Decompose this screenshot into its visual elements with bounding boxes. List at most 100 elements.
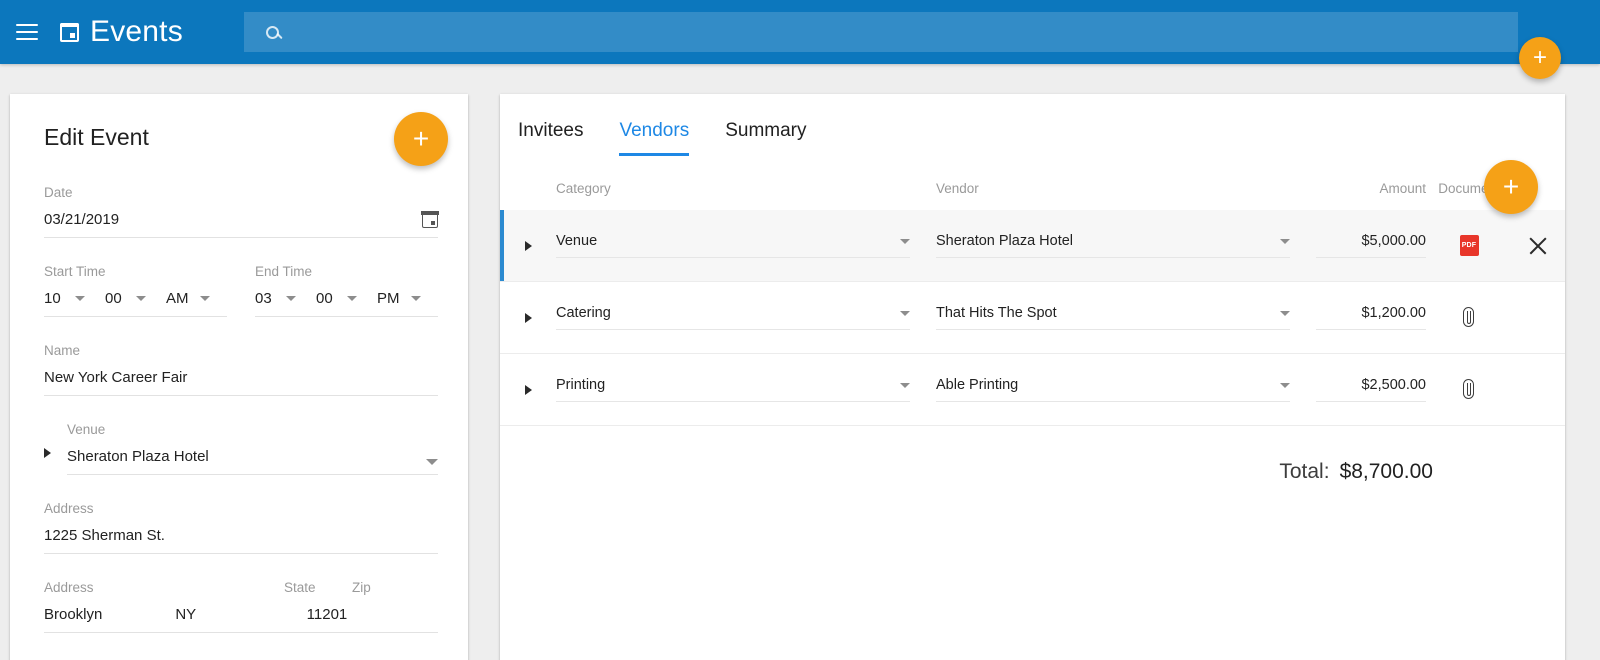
chevron-down-icon <box>900 238 910 244</box>
column-header-category: Category <box>556 181 611 196</box>
table-row[interactable]: Venue Sheraton Plaza Hotel $5,000.00 PDF <box>500 210 1565 282</box>
end-hour-select[interactable]: 03 <box>255 290 296 307</box>
end-time-field: End Time 03 00 PM <box>255 264 438 317</box>
vendors-table-header: Category Vendor Amount Document <box>500 168 1565 210</box>
row-amount-field[interactable]: $1,200.00 <box>1316 305 1426 330</box>
hamburger-menu-icon[interactable] <box>16 24 38 40</box>
start-hour-value: 10 <box>44 290 61 307</box>
start-meridiem-select[interactable]: AM <box>166 290 210 307</box>
app-root: Events + Edit Event Date 03/21/2019 Star… <box>0 0 1600 660</box>
attachment-icon[interactable] <box>1461 378 1477 401</box>
city-label: Address <box>44 580 94 595</box>
row-amount-value: $2,500.00 <box>1316 377 1426 402</box>
add-vendor-button[interactable]: + <box>1484 160 1538 214</box>
date-value[interactable]: 03/21/2019 <box>44 211 422 228</box>
attachment-icon[interactable] <box>1461 306 1477 329</box>
app-title: Events <box>90 15 183 48</box>
end-meridiem-value: PM <box>377 290 400 307</box>
row-delete-cell[interactable] <box>1512 235 1564 257</box>
zip-value[interactable]: 11201 <box>307 606 438 623</box>
edit-event-add-button[interactable]: + <box>394 112 448 166</box>
chevron-down-icon <box>410 296 421 301</box>
name-field[interactable]: Name New York Career Fair <box>44 343 438 396</box>
row-category-select[interactable]: Printing <box>556 377 936 402</box>
chevron-down-icon[interactable] <box>426 459 438 465</box>
time-row: Start Time 10 00 AM End Time 03 00 PM <box>44 264 438 317</box>
row-vendor-select[interactable]: Able Printing <box>936 377 1316 402</box>
start-time-label: Start Time <box>44 264 106 279</box>
edit-event-card: Edit Event Date 03/21/2019 Start Time 10 <box>10 94 468 660</box>
row-vendor-value: That Hits The Spot <box>936 305 1057 321</box>
total-row: Total: $8,700.00 <box>500 426 1565 484</box>
event-details-card: Invitees Vendors Summary Category Vendor… <box>500 94 1565 660</box>
search-box[interactable] <box>244 12 1518 52</box>
venue-value[interactable]: Sheraton Plaza Hotel <box>67 448 415 465</box>
search-input[interactable] <box>293 22 1518 42</box>
name-value[interactable]: New York Career Fair <box>44 369 438 386</box>
end-time-label: End Time <box>255 264 313 279</box>
total-value: $8,700.00 <box>1339 460 1433 483</box>
row-category-select[interactable]: Venue <box>556 233 936 258</box>
row-amount-value: $5,000.00 <box>1316 233 1426 258</box>
column-header-amount: Amount <box>1379 181 1426 196</box>
row-category-select[interactable]: Catering <box>556 305 936 330</box>
end-minute-value: 00 <box>316 290 333 307</box>
edit-event-form: Edit Event Date 03/21/2019 Start Time 10 <box>10 94 468 633</box>
chevron-down-icon <box>1280 382 1290 388</box>
address-field[interactable]: Address 1225 Sherman St. <box>44 501 438 554</box>
row-document-cell[interactable] <box>1426 378 1512 401</box>
row-category-value: Venue <box>556 233 598 249</box>
brand: Events <box>60 17 183 47</box>
vendors-table: Category Vendor Amount Document Venue Sh… <box>500 168 1565 484</box>
row-amount-field[interactable]: $2,500.00 <box>1316 377 1426 402</box>
row-document-cell[interactable]: PDF <box>1426 235 1512 256</box>
row-expand-triangle-icon[interactable] <box>500 384 556 395</box>
row-category-value: Printing <box>556 377 606 393</box>
start-hour-select[interactable]: 10 <box>44 290 85 307</box>
app-header: Events <box>0 0 1600 64</box>
table-row[interactable]: Printing Able Printing $2,500.00 <box>500 354 1565 426</box>
state-value[interactable]: NY <box>175 606 306 623</box>
address-value[interactable]: 1225 Sherman St. <box>44 527 438 544</box>
table-row[interactable]: Catering That Hits The Spot $1,200.00 <box>500 282 1565 354</box>
row-vendor-select[interactable]: That Hits The Spot <box>936 305 1316 330</box>
row-category-value: Catering <box>556 305 611 321</box>
city-value[interactable]: Brooklyn <box>44 606 175 623</box>
expand-triangle-icon[interactable] <box>44 448 51 458</box>
end-minute-select[interactable]: 00 <box>316 290 357 307</box>
date-field[interactable]: Date 03/21/2019 <box>44 185 439 238</box>
row-vendor-value: Sheraton Plaza Hotel <box>936 233 1074 249</box>
row-amount-value: $1,200.00 <box>1316 305 1426 330</box>
start-minute-select[interactable]: 00 <box>105 290 146 307</box>
chevron-down-icon <box>1280 310 1290 316</box>
tab-vendors[interactable]: Vendors <box>619 120 690 156</box>
calendar-picker-icon[interactable] <box>421 211 439 228</box>
date-label: Date <box>44 185 73 200</box>
tab-summary[interactable]: Summary <box>725 120 806 156</box>
chevron-down-icon <box>136 296 146 301</box>
pdf-icon[interactable]: PDF <box>1459 235 1479 256</box>
search-icon <box>266 25 279 39</box>
chevron-down-icon <box>347 296 357 301</box>
end-meridiem-select[interactable]: PM <box>377 290 421 307</box>
chevron-down-icon <box>286 296 296 301</box>
global-add-button[interactable]: + <box>1519 37 1561 79</box>
close-icon[interactable] <box>1527 235 1549 257</box>
column-header-vendor: Vendor <box>936 181 979 196</box>
row-vendor-select[interactable]: Sheraton Plaza Hotel <box>936 233 1316 258</box>
row-expand-triangle-icon[interactable] <box>500 240 556 251</box>
chevron-down-icon <box>199 296 210 301</box>
chevron-down-icon <box>75 296 85 301</box>
total-label: Total: <box>1279 460 1330 483</box>
row-amount-field[interactable]: $5,000.00 <box>1316 233 1426 258</box>
venue-label: Venue <box>67 422 106 437</box>
row-expand-triangle-icon[interactable] <box>500 312 556 323</box>
row-document-cell[interactable] <box>1426 306 1512 329</box>
tab-invitees[interactable]: Invitees <box>518 120 583 156</box>
zip-label: Zip <box>352 580 371 595</box>
venue-field[interactable]: Venue Sheraton Plaza Hotel <box>44 422 438 475</box>
state-label: State <box>284 580 316 595</box>
calendar-icon <box>60 22 79 42</box>
end-hour-value: 03 <box>255 290 272 307</box>
chevron-down-icon <box>900 382 910 388</box>
